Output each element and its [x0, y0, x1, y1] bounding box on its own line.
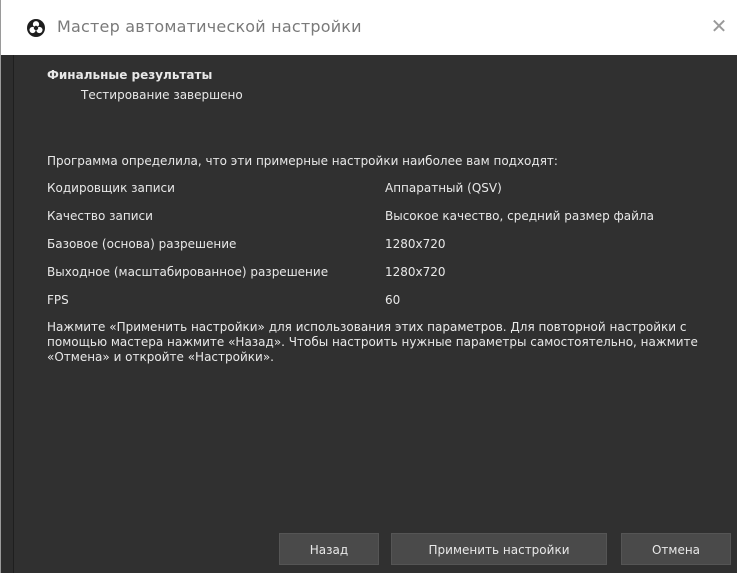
apply-settings-button[interactable]: Применить настройки — [391, 533, 607, 565]
quality-value: Высокое качество, средний размер файла — [385, 209, 654, 223]
close-icon[interactable]: ✕ — [707, 14, 731, 38]
output-resolution-label: Выходное (масштабированное) разрешение — [47, 265, 329, 279]
wizard-content: Финальные результаты Тестирование заверш… — [13, 55, 737, 573]
window-title: Мастер автоматической настройки — [57, 17, 362, 36]
encoder-value: Аппаратный (QSV) — [385, 181, 502, 195]
base-resolution-label: Базовое (основа) разрешение — [47, 237, 237, 251]
auto-config-wizard-window: Мастер автоматической настройки ✕ Финаль… — [0, 0, 737, 573]
back-button[interactable]: Назад — [279, 533, 379, 565]
obs-logo-icon — [27, 19, 45, 37]
fps-value: 60 — [385, 293, 401, 307]
results-intro: Программа определила, что эти примерные … — [47, 154, 558, 168]
quality-label: Качество записи — [47, 209, 153, 223]
title-bar[interactable]: Мастер автоматической настройки ✕ — [1, 0, 737, 55]
results-heading: Финальные результаты — [47, 68, 213, 82]
cancel-button[interactable]: Отмена — [621, 533, 731, 565]
output-resolution-value: 1280x720 — [385, 265, 446, 279]
fps-label: FPS — [47, 293, 69, 307]
base-resolution-value: 1280x720 — [385, 237, 446, 251]
encoder-label: Кодировщик записи — [47, 181, 175, 195]
results-subheading: Тестирование завершено — [81, 88, 243, 102]
results-panel: Финальные результаты Тестирование заверш… — [14, 55, 737, 573]
instructions-note: Нажмите «Применить настройки» для исполь… — [47, 320, 698, 364]
